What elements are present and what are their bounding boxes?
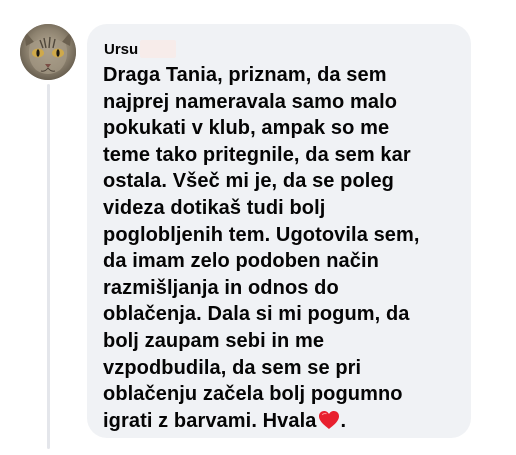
author-surname-redacted [140, 40, 177, 58]
comment-line-last-text: igrati z barvami. Hvala [103, 409, 317, 432]
comment-line: oblačenja. Dala si mi pogum, da [103, 303, 410, 326]
heart-icon [318, 410, 340, 430]
comment-line: videza dotikaš tudi bolj [103, 196, 326, 219]
avatar[interactable] [20, 24, 76, 80]
comment-line: oblačenju začela bolj pogumno [103, 383, 403, 406]
comment-line: razmišljanja in odnos do [103, 276, 339, 299]
comment-bubble: Ursu Draga Tania, priznam, da sem najpre… [87, 24, 471, 438]
comment-line: pokukati v klub, ampak so me [103, 117, 390, 140]
comment-author-row: Ursu [104, 38, 459, 60]
cat-avatar-icon [20, 24, 76, 80]
comment-line: vzpodbudila, da sem se pri [103, 356, 362, 379]
comment-line: Draga Tania, priznam, da sem [103, 64, 387, 86]
comment-line: bolj zaupam sebi in me [103, 329, 325, 352]
comment-line: najprej nameravala samo malo [103, 90, 398, 113]
comment-line: da imam zelo podoben način [103, 250, 379, 273]
comment-line: teme tako pritegnile, da sem kar [103, 143, 411, 166]
comment-text: Draga Tania, priznam, da sem najprej nam… [103, 62, 459, 434]
comment-line: ostala. Všeč mi je, da se poleg [103, 170, 395, 193]
thread-line [47, 84, 50, 449]
comment-author-name[interactable]: Ursu [104, 41, 138, 58]
comment-line-last: igrati z barvami. Hvala. [103, 408, 459, 435]
comment-line: poglobljenih tem. Ugotovila sem, [103, 223, 420, 246]
comment-line-last-period: . [340, 409, 347, 432]
